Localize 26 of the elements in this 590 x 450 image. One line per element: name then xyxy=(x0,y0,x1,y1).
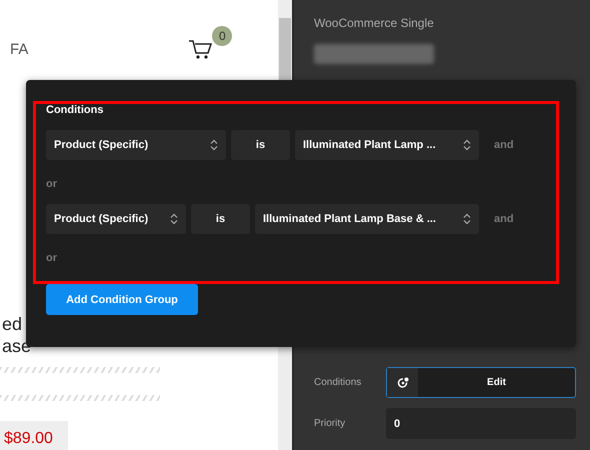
or-separator: or xyxy=(46,178,58,190)
chevron-updown-icon xyxy=(463,139,471,151)
template-type: WooCommerce Single xyxy=(314,16,435,30)
field-select[interactable]: Product (Specific) xyxy=(46,130,226,160)
operator-button[interactable]: is xyxy=(191,204,250,234)
field-select[interactable]: Product (Specific) xyxy=(46,204,186,234)
setting-label: Conditions xyxy=(314,377,362,388)
conditions-icon xyxy=(396,376,408,388)
value-select[interactable]: Illuminated Plant Lamp Base & ... xyxy=(255,204,479,234)
product-price: $89.00 xyxy=(4,430,53,448)
value-select[interactable]: Illuminated Plant Lamp ... xyxy=(295,130,479,160)
cart-icon[interactable] xyxy=(188,38,212,60)
chevron-updown-icon xyxy=(170,213,178,225)
or-separator: or xyxy=(46,252,58,264)
chevron-updown-icon xyxy=(210,139,218,151)
product-title: ed xyxy=(2,313,24,335)
nav-link[interactable]: FA xyxy=(10,40,28,58)
operator-button[interactable]: is xyxy=(231,130,290,160)
and-connector[interactable]: and xyxy=(494,213,554,225)
cart-count-badge: 0 xyxy=(212,26,232,46)
chevron-updown-icon xyxy=(463,213,471,225)
dialog-title: Conditions xyxy=(46,104,104,116)
priority-field[interactable]: 0 xyxy=(386,408,576,439)
and-connector[interactable]: and xyxy=(494,139,554,151)
edit-conditions-button[interactable]: Edit xyxy=(386,367,576,398)
setting-label: Priority xyxy=(314,418,346,429)
